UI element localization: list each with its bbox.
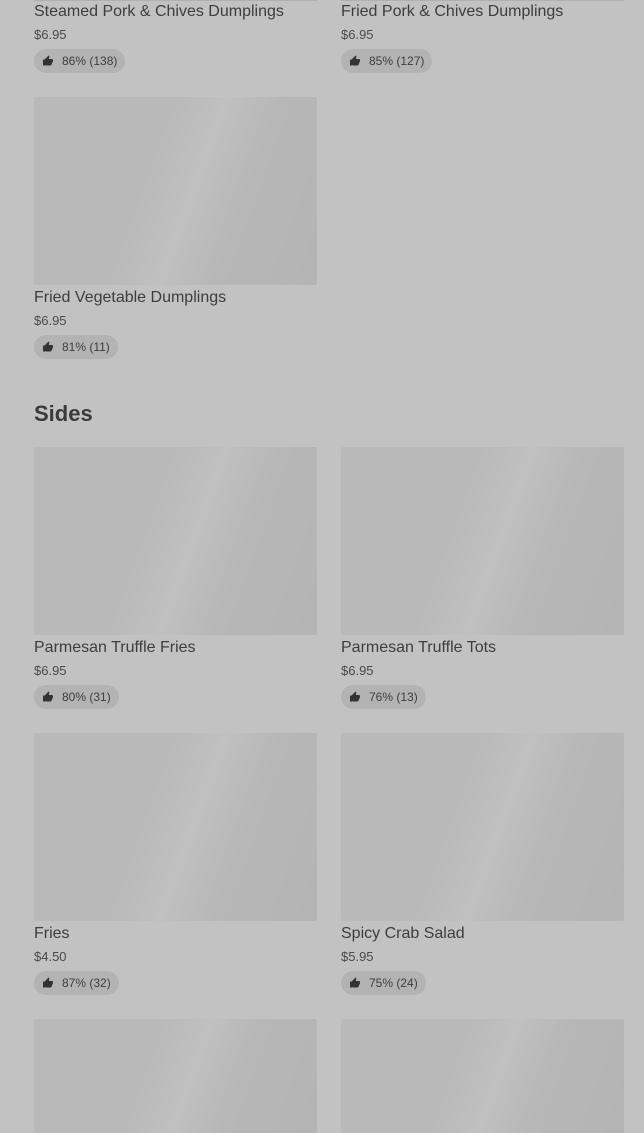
rating-badge: 86% (138) bbox=[34, 49, 126, 73]
item-price: $6.95 bbox=[34, 663, 67, 678]
item-image[interactable] bbox=[341, 733, 624, 921]
item-image[interactable] bbox=[34, 1019, 317, 1133]
rating-badge: 75% (24) bbox=[341, 971, 426, 995]
rating-badge: 85% (127) bbox=[341, 49, 433, 73]
item-price: $6.95 bbox=[341, 663, 374, 678]
item-image[interactable] bbox=[34, 0, 317, 1]
item-name[interactable]: Parmesan Truffle Fries bbox=[34, 638, 196, 658]
item-price: $5.95 bbox=[341, 949, 374, 964]
thumbs-up-icon bbox=[350, 977, 360, 988]
rating-badge: 87% (32) bbox=[34, 971, 119, 995]
item-name[interactable]: Steamed Pork & Chives Dumplings bbox=[34, 2, 284, 22]
rating-badge: 81% (11) bbox=[34, 335, 118, 359]
thumbs-up-icon bbox=[43, 977, 53, 988]
item-name[interactable]: Fried Vegetable Dumplings bbox=[34, 288, 226, 308]
rating-badge: 76% (13) bbox=[341, 685, 426, 709]
rating-text: 86% (138) bbox=[62, 54, 118, 68]
item-image[interactable] bbox=[341, 0, 624, 1]
thumbs-up-icon bbox=[350, 691, 360, 702]
rating-text: 87% (32) bbox=[62, 976, 111, 990]
item-image[interactable] bbox=[34, 447, 317, 635]
item-image[interactable] bbox=[34, 733, 317, 921]
item-name[interactable]: Spicy Crab Salad bbox=[341, 924, 465, 944]
item-name[interactable]: Parmesan Truffle Tots bbox=[341, 638, 496, 658]
item-price: $4.50 bbox=[34, 949, 67, 964]
item-image[interactable] bbox=[34, 97, 317, 285]
item-price: $6.95 bbox=[34, 27, 67, 42]
rating-text: 76% (13) bbox=[369, 690, 418, 704]
rating-text: 81% (11) bbox=[62, 340, 110, 354]
item-image[interactable] bbox=[341, 447, 624, 635]
rating-badge: 80% (31) bbox=[34, 685, 119, 709]
item-price: $6.95 bbox=[34, 313, 67, 328]
item-price: $6.95 bbox=[341, 27, 374, 42]
section-title-sides: Sides bbox=[34, 401, 93, 426]
item-image[interactable] bbox=[341, 1019, 624, 1133]
rating-text: 75% (24) bbox=[369, 976, 418, 990]
thumbs-up-icon bbox=[43, 341, 53, 352]
rating-text: 80% (31) bbox=[62, 690, 111, 704]
item-name[interactable]: Fries bbox=[34, 924, 70, 944]
thumbs-up-icon bbox=[350, 55, 360, 66]
thumbs-up-icon bbox=[43, 55, 53, 66]
thumbs-up-icon bbox=[43, 691, 53, 702]
item-name[interactable]: Fried Pork & Chives Dumplings bbox=[341, 2, 563, 22]
rating-text: 85% (127) bbox=[369, 54, 425, 68]
